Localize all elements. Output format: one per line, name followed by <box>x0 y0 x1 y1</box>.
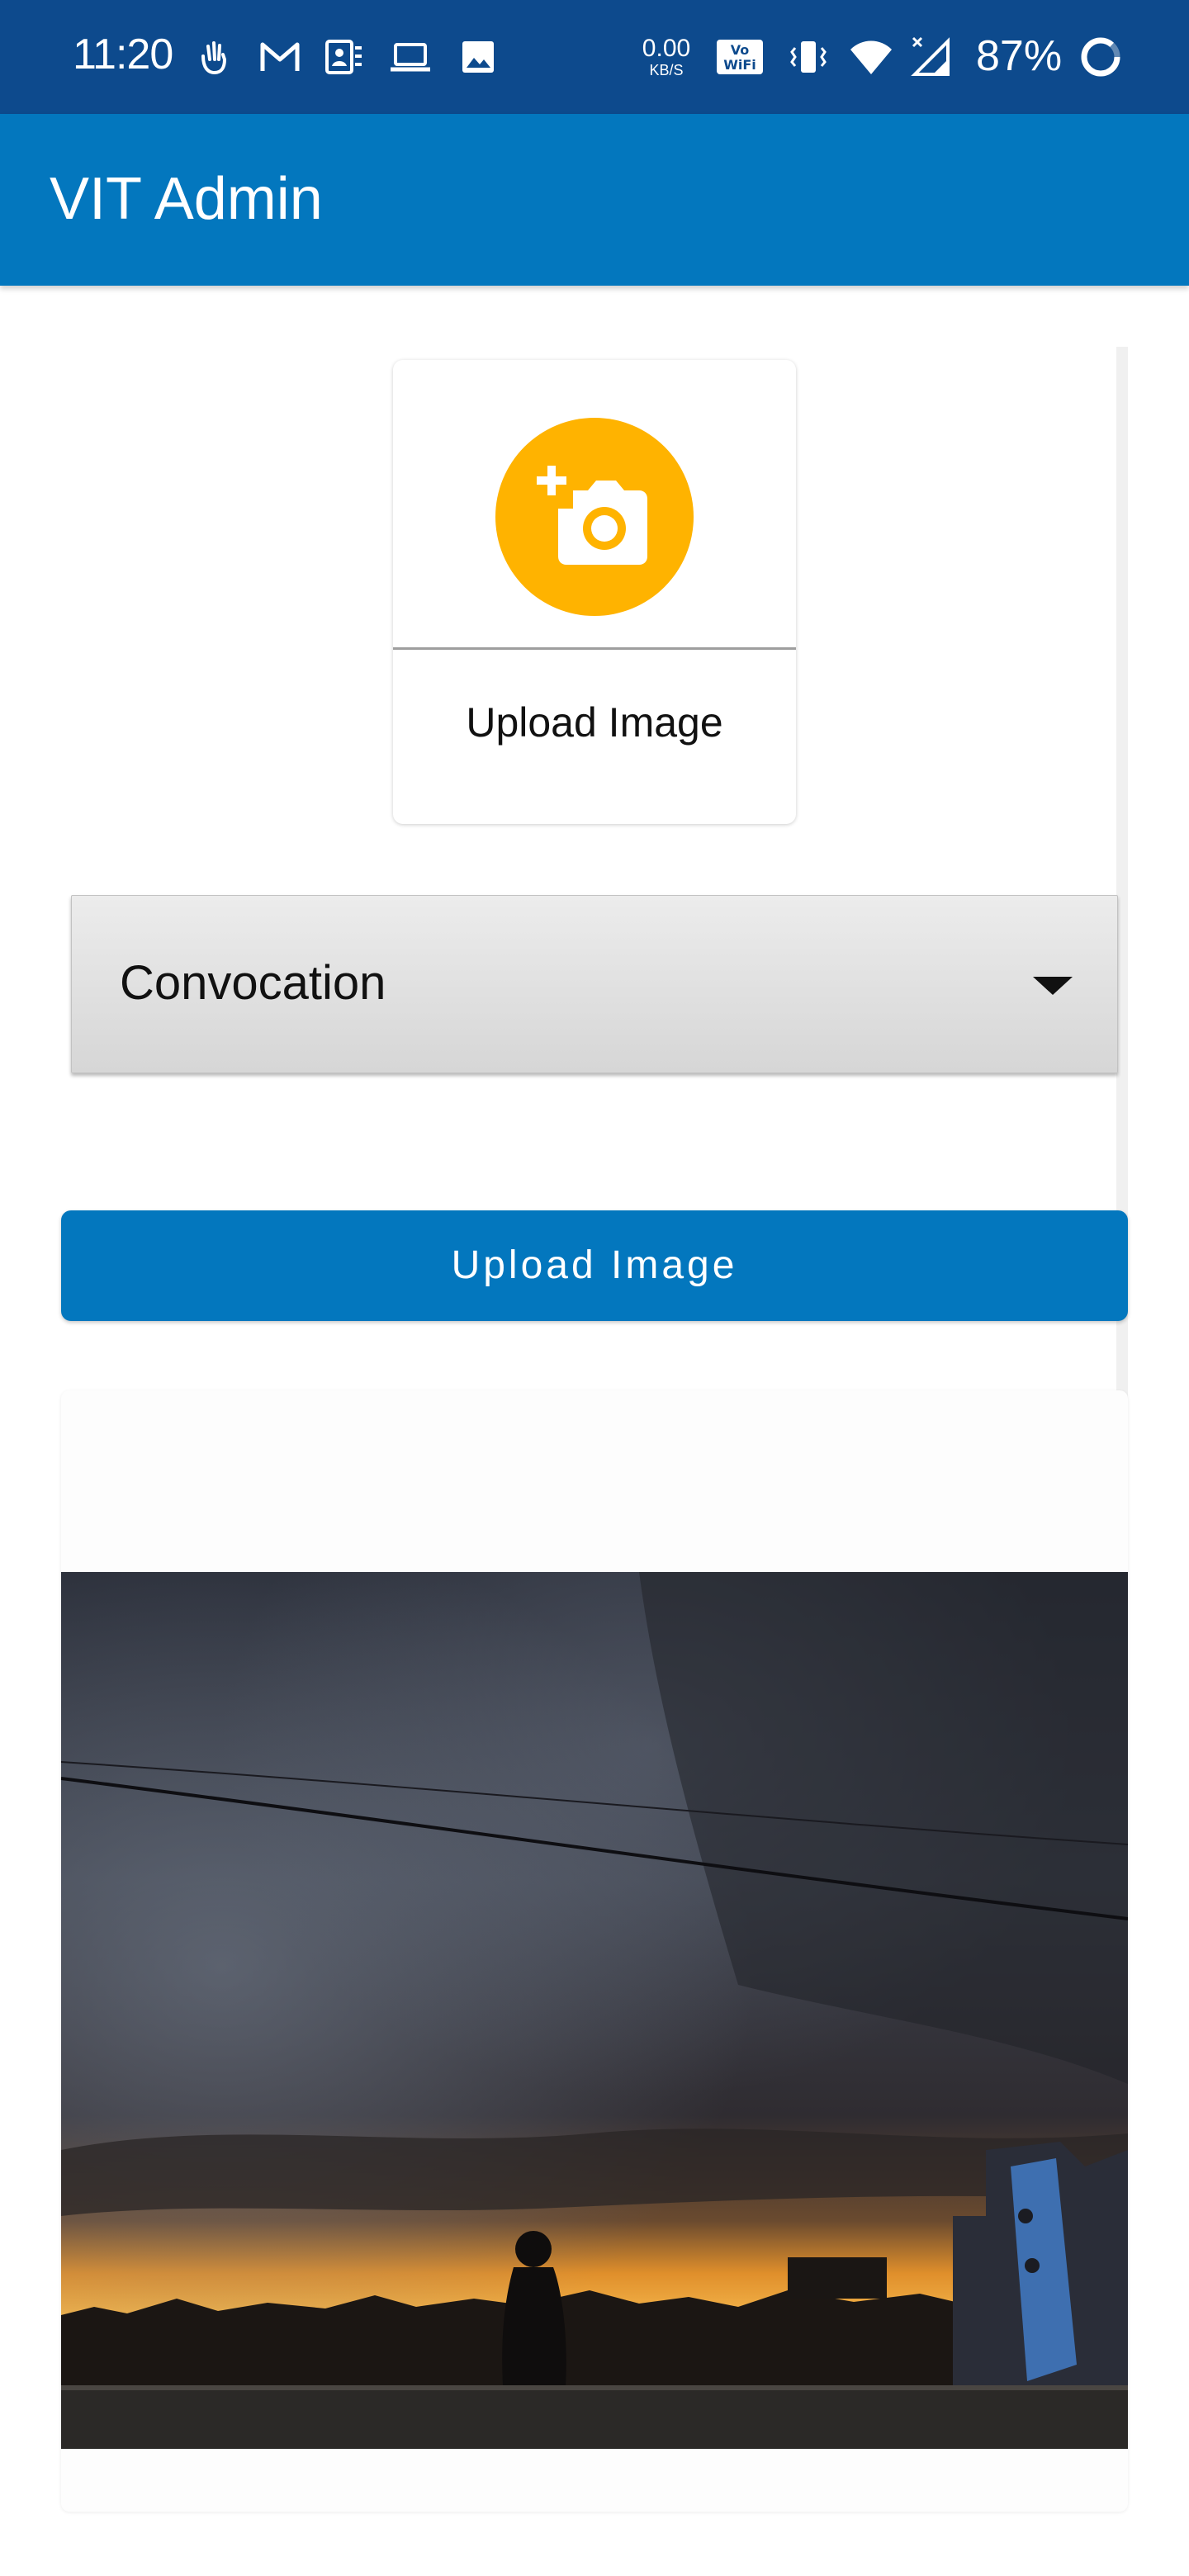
laptop-icon <box>391 43 430 72</box>
upload-image-card[interactable]: Upload Image <box>393 360 796 824</box>
battery-ring-icon <box>1081 37 1120 77</box>
vowifi-icon: Vo WiFi <box>717 40 763 74</box>
add-a-photo-icon <box>537 466 647 565</box>
chevron-down-icon <box>1033 977 1073 995</box>
app-bar: VIT Admin <box>0 114 1189 286</box>
image-icon <box>462 41 494 73</box>
svg-text:WiFi: WiFi <box>723 57 756 73</box>
preview-photo <box>61 1572 1128 2449</box>
signal-icon <box>911 36 950 76</box>
net-speed-unit: KB/S <box>649 62 684 78</box>
app-title: VIT Admin <box>50 166 323 232</box>
net-speed: 0.00 KB/S <box>637 36 695 78</box>
contacts-icon <box>325 40 362 74</box>
upload-image-button[interactable]: Upload Image <box>61 1210 1128 1321</box>
add-photo-circle[interactable] <box>495 418 694 616</box>
hand-icon <box>201 41 227 75</box>
net-speed-value: 0.00 <box>642 35 691 62</box>
image-preview-card <box>61 1390 1128 2512</box>
card-divider <box>393 647 796 650</box>
status-time: 11:20 <box>73 31 173 78</box>
svg-text:Vo: Vo <box>731 42 750 58</box>
battery-percent: 87% <box>976 32 1063 80</box>
upload-card-label: Upload Image <box>466 699 723 746</box>
wifi-icon <box>850 40 892 74</box>
dropdown-selected-value: Convocation <box>120 956 386 1010</box>
status-bar: 11:20 0.00 KB/S Vo WiFi 87% <box>0 0 1189 114</box>
gmail-icon <box>260 42 300 71</box>
vibrate-icon <box>790 41 827 73</box>
category-dropdown[interactable]: Convocation <box>71 895 1118 1073</box>
